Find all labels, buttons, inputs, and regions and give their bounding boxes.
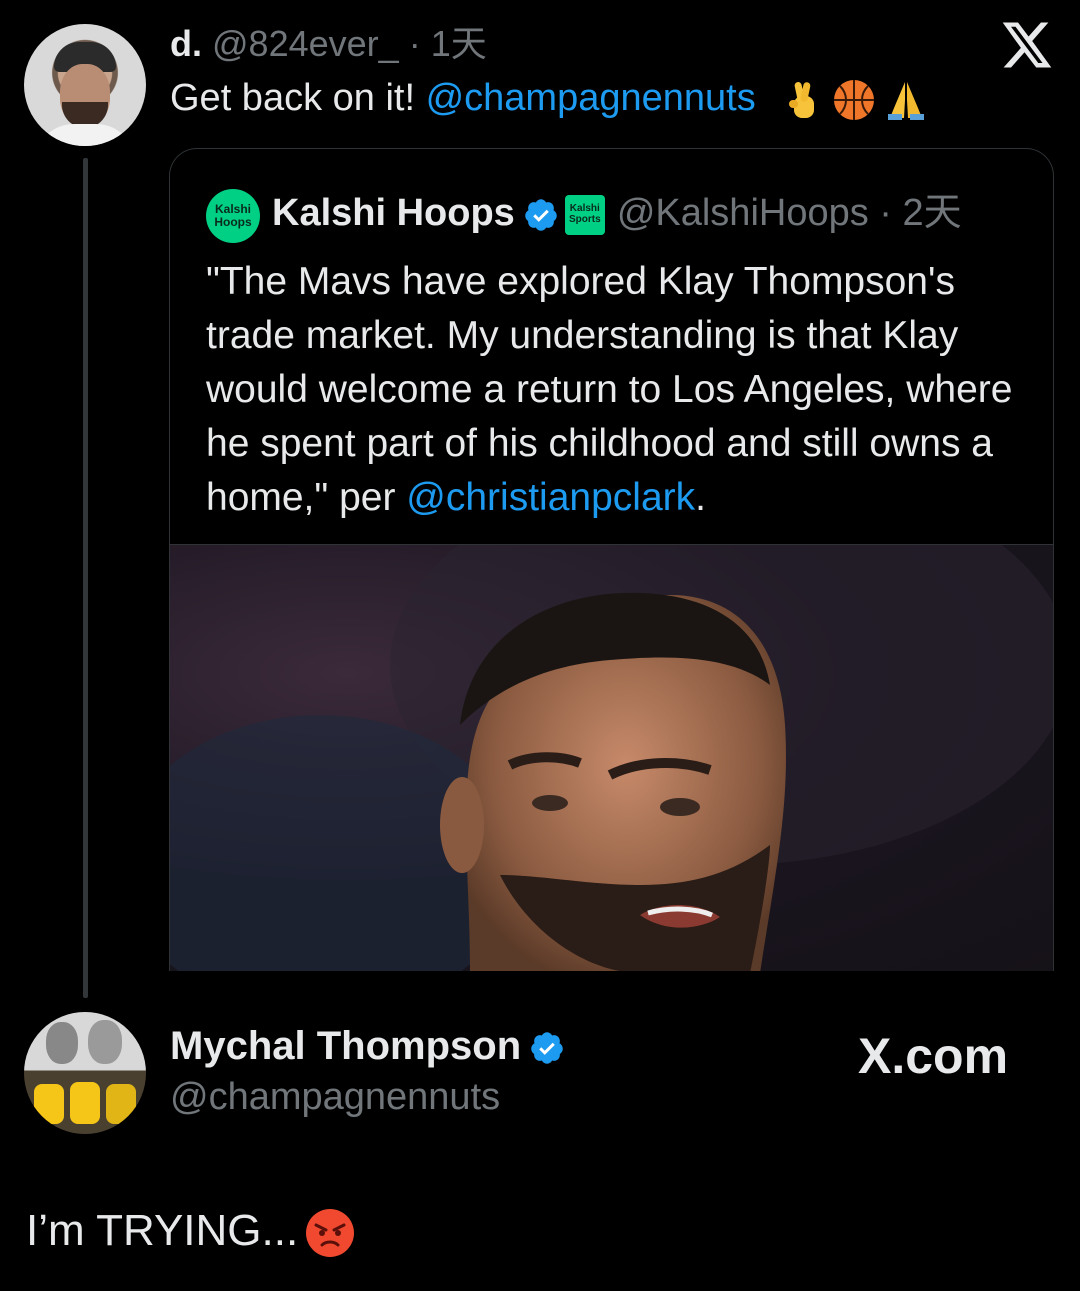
folded-hands-icon	[888, 81, 925, 120]
thread-line	[83, 158, 88, 998]
avatar-figure	[88, 1020, 122, 1064]
top-mention-link[interactable]: @champagnennuts	[426, 77, 756, 119]
top-time[interactable]: · 1天	[409, 23, 487, 64]
quoted-tweet-header: Kalshi Hoops Kalshi Sports @KalshiHoops · …	[272, 187, 962, 239]
kalshi-sports-affiliate-badge[interactable]: Kalshi Sports	[564, 194, 605, 235]
quoted-mention-link[interactable]: @christianpclark	[406, 476, 695, 519]
quoted-handle[interactable]: @KalshiHoops	[617, 192, 869, 234]
angry-face-icon	[306, 1209, 355, 1258]
quoted-display-name[interactable]: Kalshi Hoops	[272, 192, 515, 234]
reply-text-body: I’m TRYING...	[26, 1206, 299, 1255]
top-tweet-text: Get back on it! @champagnennuts	[170, 74, 928, 122]
reply-text: I’m TRYING...	[26, 1202, 356, 1260]
avatar-jersey	[70, 1082, 100, 1124]
avatar-mychal-thompson[interactable]	[24, 1012, 146, 1134]
kalshi-avatar-line2: Hoops	[214, 215, 252, 229]
quoted-tweet-photo[interactable]	[170, 544, 1053, 971]
verified-badge-icon	[531, 1032, 563, 1065]
player-photo-illustration	[170, 545, 1053, 971]
reply-display-name[interactable]: Mychal Thompson	[170, 1020, 571, 1072]
avatar-figure	[46, 1022, 78, 1064]
top-text-body: Get back on it!	[170, 77, 426, 119]
quoted-text-suffix: .	[695, 476, 706, 519]
affil-line2: Sports	[568, 213, 601, 225]
emoji-group	[780, 78, 928, 122]
avatar-d[interactable]	[24, 24, 146, 146]
crossed-fingers-icon	[789, 82, 815, 118]
avatar-jersey	[34, 1084, 64, 1124]
avatar-shirt	[34, 124, 136, 146]
avatar-jersey	[106, 1084, 136, 1124]
kalshi-hoops-avatar[interactable]: Kalshi Hoops	[206, 189, 260, 243]
x-logo-icon	[1002, 22, 1052, 68]
top-handle[interactable]: @824ever_	[212, 23, 399, 64]
quoted-time[interactable]: · 2天	[879, 192, 961, 234]
quoted-tweet-text: "The Mavs have explored Klay Thompson's …	[206, 255, 1036, 525]
reply-name-text: Mychal Thompson	[170, 1024, 522, 1068]
basketball-icon	[834, 79, 875, 120]
xcom-watermark: X.com	[858, 1028, 1009, 1084]
top-tweet-header: d. @824ever_ · 1天	[170, 22, 487, 66]
quoted-tweet-card[interactable]: Kalshi Hoops Kalshi Hoops Kalshi Sports @K…	[169, 148, 1054, 971]
top-display-name[interactable]: d.	[170, 23, 202, 64]
verified-badge-icon	[525, 199, 557, 231]
reply-handle[interactable]: @champagnennuts	[170, 1072, 500, 1122]
affil-line1: Kalshi	[569, 202, 600, 214]
